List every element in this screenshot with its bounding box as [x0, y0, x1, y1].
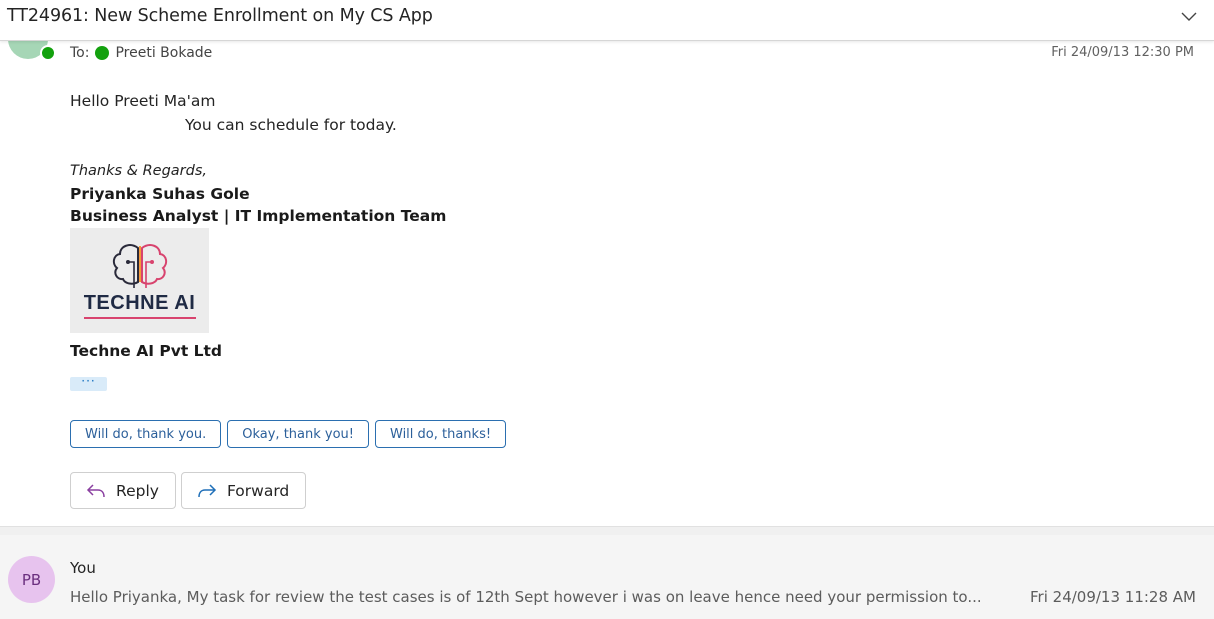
collapsed-message[interactable]: PB You Hello Priyanka, My task for revie… — [0, 535, 1214, 619]
recipient-presence-icon — [95, 46, 110, 60]
suggested-reply-1[interactable]: Will do, thank you. — [70, 420, 222, 448]
company-logo: TECHNE AI — [70, 228, 209, 333]
logo-underline — [84, 317, 196, 319]
message-date: Fri 24/09/13 12:30 PM — [1051, 45, 1194, 60]
suggested-reply-2[interactable]: Okay, thank you! — [227, 420, 369, 448]
suggested-replies: Will do, thank you. Okay, thank you! Wil… — [70, 420, 507, 448]
chevron-down-icon[interactable] — [1180, 7, 1198, 25]
forward-icon — [198, 483, 216, 497]
reply-icon — [86, 483, 105, 497]
signature-title: Business Analyst | IT Implementation Tea… — [70, 207, 447, 225]
message-greeting: Hello Preeti Ma'am — [70, 92, 216, 110]
reply-label: Reply — [116, 481, 159, 500]
thread-header: TT24961: New Scheme Enrollment on My CS … — [0, 0, 1214, 41]
suggested-reply-3[interactable]: Will do, thanks! — [375, 420, 507, 448]
collapsed-preview: Hello Priyanka, My task for review the t… — [70, 588, 980, 606]
brain-circuit-icon — [112, 244, 168, 288]
signature-name: Priyanka Suhas Gole — [70, 185, 250, 203]
collapsed-date: Fri 24/09/13 11:28 AM — [1030, 588, 1196, 606]
show-more-button[interactable]: ··· — [70, 375, 107, 391]
message-actions: Reply Forward — [70, 472, 307, 509]
expanded-message: To: Preeti Bokade Fri 24/09/13 12:30 PM … — [0, 41, 1214, 527]
forward-button[interactable]: Forward — [180, 472, 307, 509]
recipient-name[interactable]: Preeti Bokade — [115, 45, 212, 61]
recipient-line: To: Preeti Bokade — [70, 45, 212, 61]
thread-subject: TT24961: New Scheme Enrollment on My CS … — [7, 6, 433, 26]
collapsed-sender: You — [70, 559, 96, 577]
signature-signoff: Thanks & Regards, — [70, 163, 208, 179]
forward-label: Forward — [226, 481, 290, 500]
presence-available-icon — [40, 45, 56, 61]
message-body: You can schedule for today. — [185, 116, 397, 134]
avatar[interactable]: PB — [8, 556, 55, 603]
signature-company: Techne AI Pvt Ltd — [70, 342, 223, 360]
reply-button[interactable]: Reply — [70, 472, 176, 509]
to-label: To: — [70, 45, 90, 61]
logo-wordmark: TECHNE AI — [83, 292, 196, 314]
message-divider — [0, 527, 1214, 535]
